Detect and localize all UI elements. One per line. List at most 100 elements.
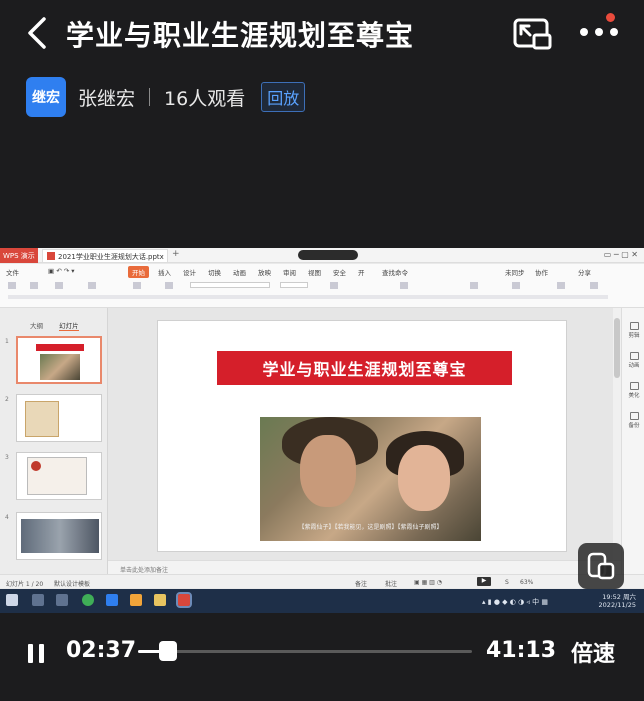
divider [149,88,151,106]
system-tray: ▴ ▮ ● ◆ ◐ ◑ ◃ 中 ▦ [482,598,549,606]
menu-slideshow: 放映 [258,269,271,277]
new-tab-icon: + [172,249,180,259]
clock-time: 19:52 周六 [602,593,636,601]
current-slide: 学业与职业生涯规划至尊宝 【紫霞仙子】【若我能见，这是剧照】【紫霞仙子剧照】 [157,320,567,552]
panel-tabs: 大纲 幻灯片 [30,320,93,331]
menu-insert: 插入 [158,269,171,277]
menu-view: 视图 [308,269,321,277]
replay-badge: 回放 [261,82,306,112]
thumb-certificate [25,401,59,437]
player-controls: 02:37 41:13 倍速 [0,620,644,680]
host-avatar[interactable]: 继宏 [26,77,66,117]
tab-outline: 大纲 [30,322,43,330]
ribbon-picture-icon [557,282,565,289]
notes-toggle: 备注 [355,581,368,588]
beautify-icon [629,382,639,390]
app-icon [106,594,118,606]
ribbon-newslide-icon [133,282,141,289]
thumb-banner [36,344,84,351]
menu-dev: 开 [358,269,365,277]
menu-review: 审阅 [283,269,296,277]
more-options-icon[interactable] [578,22,620,42]
right-panel-item: 剪辑 [624,322,644,339]
thumb-number: 4 [5,514,9,521]
document-name: 2021学业职业生涯规划大话.pptx [58,253,164,261]
ribbon-font-box [190,282,270,288]
app-icon [130,594,142,606]
windows-start-icon [6,594,18,606]
menu-file: 文件 [6,269,19,277]
slide-canvas: 学业与职业生涯规划至尊宝 【紫霞仙子】【若我能见，这是剧照】【紫霞仙子剧照】 [108,308,613,560]
ribbon-arrange-icon [590,282,598,289]
wps-ribbon [0,278,644,308]
backup-icon [629,412,639,420]
pause-icon[interactable] [28,644,44,663]
clock-date: 2022/11/25 [598,601,636,609]
tab-slides: 幻灯片 [59,322,79,331]
menu-animation: 动画 [233,269,246,277]
zoom-level: 63% [520,579,534,586]
current-time: 02:37 [66,638,137,663]
right-panel-item: 美化 [624,382,644,399]
thumb-group-photo [21,519,99,553]
thumb-number: 3 [5,454,9,461]
slide-title-banner: 学业与职业生涯规划至尊宝 [217,351,512,385]
wps-menu-bar: 文件 ▣ ↶ ↷ ▾ 开始 插入 设计 切换 动画 放映 审阅 视图 安全 开 … [0,264,644,278]
menu-security: 安全 [333,269,346,277]
menu-start: 开始 [128,266,149,278]
speed-button[interactable]: 倍速 [571,636,615,668]
video-player[interactable]: WPS 演示 2021学业职业生涯规划大话.pptx + ▭ ─ ▢ ✕ 文件 … [0,248,644,613]
recording-indicator [298,250,358,260]
wps-app-icon [176,592,192,608]
ribbon-list-icon [330,282,338,289]
menu-unsynced: 未同步 [505,269,525,277]
notes-area: 单击此处添加备注 [108,560,621,574]
app-icon [82,594,94,606]
ribbon-second-row [8,295,608,299]
picture-in-picture-icon[interactable] [512,16,552,52]
animation-icon [629,352,639,360]
ime-badge-icon: S [505,579,509,586]
wps-status-bar: 幻灯片 1 / 20 默认设计模板 备注 批注 ▣ ▦ ▥ ◔ ▶ S 63% [0,574,644,588]
menu-transition: 切换 [208,269,221,277]
wps-title-bar: WPS 演示 2021学业职业生涯规划大话.pptx + ▭ ─ ▢ ✕ [0,248,644,263]
ribbon-shape-icon [470,282,478,289]
ribbon-layout-icon [165,282,173,289]
search-icon [32,594,44,606]
slide-count: 幻灯片 1 / 20 [6,581,44,588]
folder-icon [154,594,166,606]
wps-app-tab: WPS 演示 [0,248,38,263]
slide-thumbnail [16,394,102,442]
scroll-thumb [614,318,620,378]
ribbon-paste-icon [8,282,16,289]
clock: 19:52 周六 2022/11/25 [599,593,636,609]
slide-thumbnail [16,452,102,500]
slide-thumbnail [16,512,102,560]
slide-scrollbar [613,308,621,560]
screen-share-icon [587,552,615,580]
notification-dot [606,13,615,22]
right-panel-item: 备份 [624,412,644,429]
progress-knob[interactable] [159,641,177,661]
top-bar: 学业与职业生涯规划至尊宝 [0,0,644,70]
menu-collab: 协作 [535,269,548,277]
progress-track[interactable] [138,641,472,661]
view-mode-icons: ▣ ▦ ▥ ◔ [414,579,442,586]
ribbon-cut-icon [30,282,38,289]
photo-caption: 【紫霞仙子】【若我能见，这是剧照】【紫霞仙子剧照】 [298,524,443,531]
thumb-photo [40,354,80,380]
ppt-file-icon [47,252,55,260]
windows-taskbar: ▴ ▮ ● ◆ ◐ ◑ ◃ 中 ▦ 19:52 周六 2022/11/25 [0,589,644,613]
ribbon-play-icon [88,282,96,289]
host-name[interactable]: 张继宏 [78,84,135,111]
ribbon-size-box [280,282,308,288]
share-screen-button[interactable] [578,543,624,589]
comments-toggle: 批注 [385,581,398,588]
thumb-number: 1 [5,338,9,345]
menu-search: 查找命令 [382,269,408,277]
back-arrow-icon[interactable] [22,14,56,52]
host-info: 继宏 张继宏 16人观看 回放 [26,76,306,118]
thumb-seal [31,461,41,471]
scissor-icon [629,322,639,330]
page-title: 学业与职业生涯规划至尊宝 [66,19,415,52]
